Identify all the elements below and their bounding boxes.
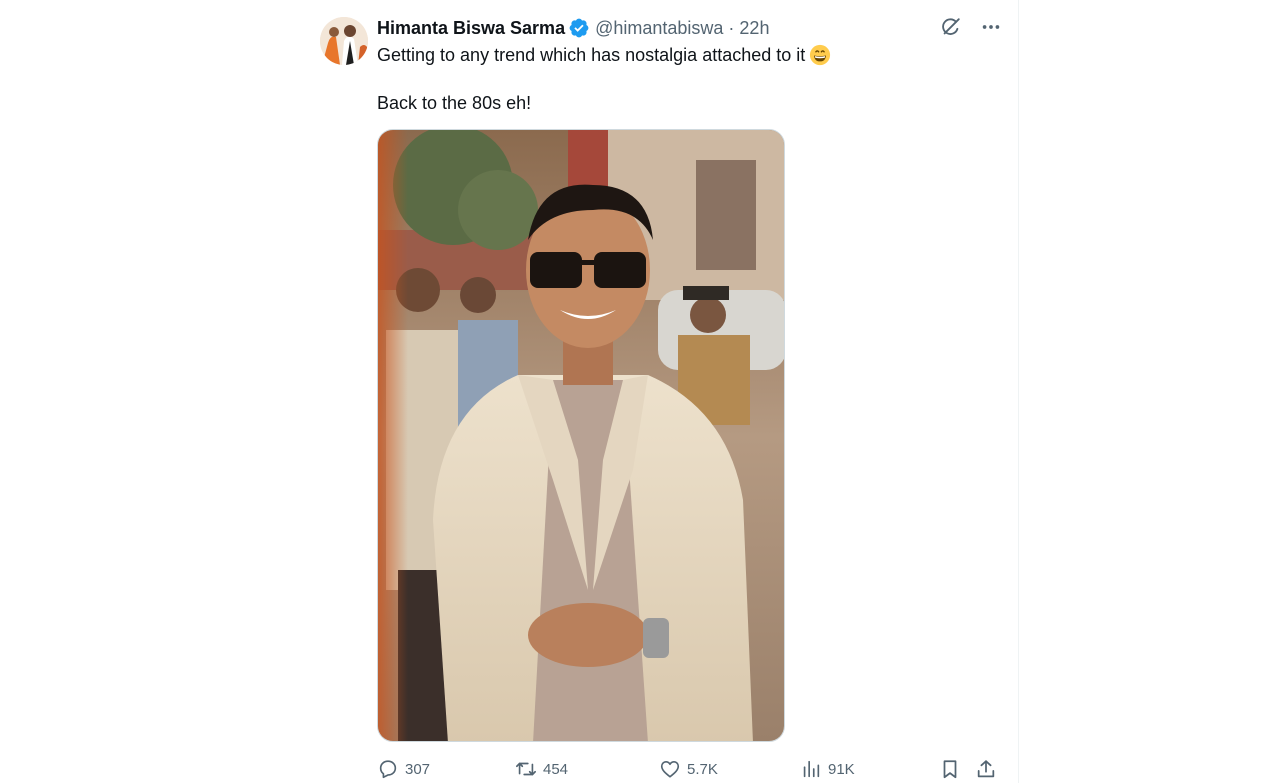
tweet-photo[interactable] — [377, 129, 785, 742]
tweet-timestamp[interactable]: 22h — [739, 18, 769, 39]
tweet-text-line-1: Getting to any trend which has nostalgia… — [377, 42, 857, 68]
share-icon — [977, 760, 995, 778]
more-icon[interactable] — [978, 14, 1004, 40]
repost-button[interactable]: 454 — [515, 758, 568, 780]
reply-icon — [379, 760, 397, 779]
like-count: 5.7K — [687, 760, 718, 778]
tweet[interactable]: Himanta Biswa Sarma @himantabiswa · 22h … — [316, 0, 1018, 783]
tweet-text: Getting to any trend which has nostalgia… — [377, 42, 857, 116]
bookmark-button[interactable] — [939, 758, 961, 780]
verified-badge-icon[interactable] — [568, 17, 590, 39]
tweet-header: Himanta Biswa Sarma @himantabiswa · 22h — [377, 16, 769, 40]
column-divider — [1018, 0, 1019, 783]
tweet-actions: 307 454 5.7K 91K — [377, 758, 1005, 782]
repost-count: 454 — [543, 760, 569, 778]
header-actions — [938, 14, 1004, 40]
share-button[interactable] — [975, 758, 997, 780]
views-button[interactable]: 91K — [800, 758, 855, 780]
analytics-icon — [803, 760, 820, 778]
repost-icon — [516, 762, 536, 776]
grok-icon[interactable] — [938, 14, 964, 40]
tweet-text-line-2: Back to the 80s eh! — [377, 93, 532, 113]
grinning-face-emoji-icon — [809, 44, 831, 66]
heart-icon — [660, 761, 680, 778]
like-button[interactable]: 5.7K — [659, 758, 718, 780]
view-count: 91K — [828, 760, 855, 778]
header-separator: · — [728, 17, 735, 38]
bookmark-icon — [943, 760, 957, 779]
author-avatar[interactable] — [320, 17, 368, 65]
author-handle[interactable]: @himantabiswa — [595, 18, 723, 39]
reply-button[interactable]: 307 — [377, 758, 430, 780]
reply-count: 307 — [405, 760, 431, 778]
author-display-name[interactable]: Himanta Biswa Sarma — [377, 18, 565, 39]
